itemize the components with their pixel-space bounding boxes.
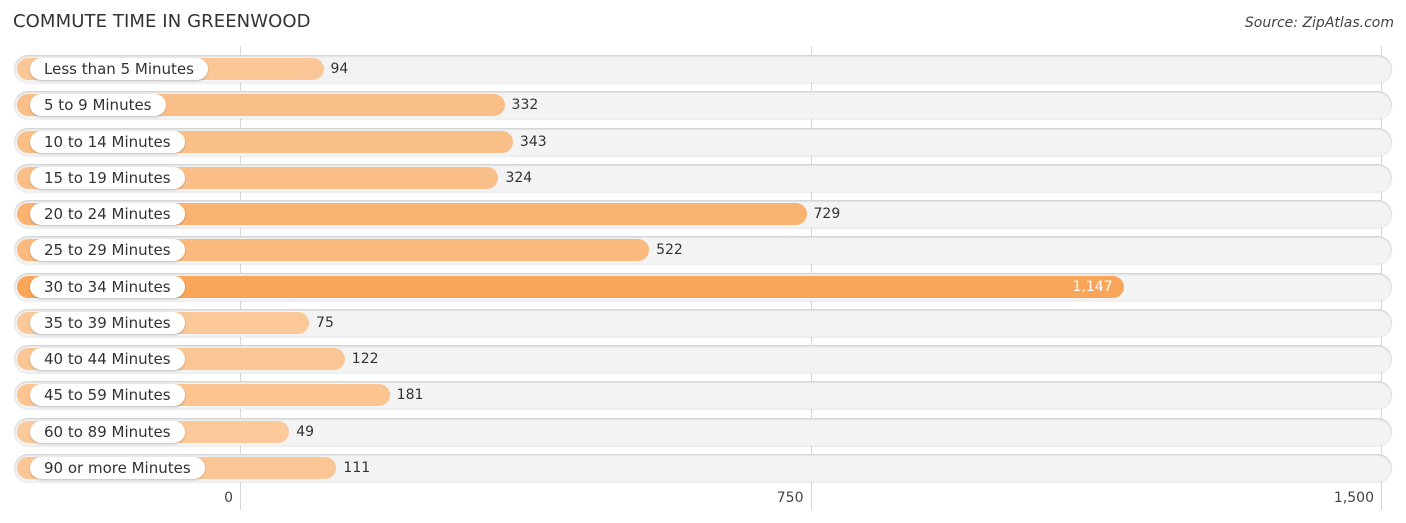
value-label: 49 <box>296 423 315 440</box>
x-tick-label: 0 <box>224 490 233 506</box>
bar-chart: Less than 5 Minutes 94 5 to 9 Minutes 332 10… <box>0 0 1406 523</box>
category-label: 40 to 44 Minutes <box>30 348 185 370</box>
value-label: 332 <box>511 97 539 114</box>
value-label: 181 <box>396 387 424 404</box>
category-label: 90 or more Minutes <box>30 456 205 479</box>
value-label: 75 <box>316 314 334 331</box>
value-label: 111 <box>343 459 371 476</box>
value-label: 94 <box>330 61 349 77</box>
category-label: 5 to 9 Minutes <box>30 94 166 117</box>
category-label: 30 to 34 Minutes <box>30 275 185 298</box>
x-tick-label: 750 <box>776 490 804 506</box>
value-label: 729 <box>813 206 841 222</box>
category-label: 15 to 19 Minutes <box>30 166 185 189</box>
value-label: 522 <box>656 242 683 259</box>
x-tick-label: 1,500 <box>1333 490 1374 506</box>
category-label: 35 to 39 Minutes <box>30 311 185 334</box>
value-label: 343 <box>519 133 547 150</box>
category-label: Less than 5 Minutes <box>30 58 208 80</box>
value-label: 1,147 <box>1072 278 1113 295</box>
value-label: 324 <box>505 169 533 186</box>
category-label: 20 to 24 Minutes <box>30 203 185 225</box>
value-label: 122 <box>351 351 379 367</box>
category-label: 60 to 89 Minutes <box>30 420 185 443</box>
category-label: 25 to 29 Minutes <box>30 239 185 262</box>
category-label: 45 to 59 Minutes <box>30 384 185 407</box>
category-label: 10 to 14 Minutes <box>30 130 185 153</box>
